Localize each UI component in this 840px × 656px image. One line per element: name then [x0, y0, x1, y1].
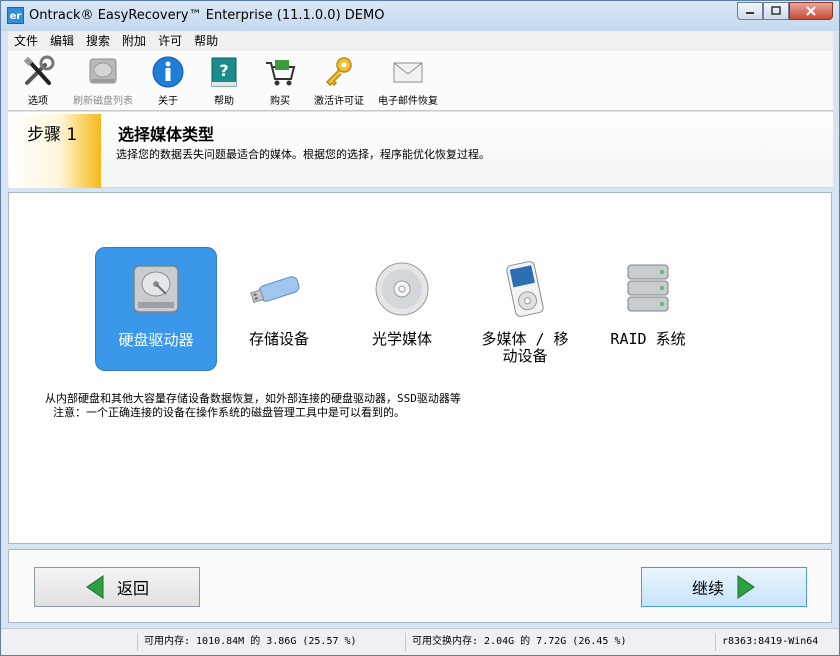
status-bar: 可用内存: 1010.84M 的 3.86G (25.57 %) 可用交换内存:… — [1, 628, 839, 655]
back-button-label: 返回 — [116, 579, 149, 598]
optical-disc-icon — [375, 262, 429, 316]
envelope-icon — [393, 62, 423, 83]
cart-icon — [266, 60, 296, 86]
menu-edit[interactable]: 编辑 — [44, 31, 80, 51]
toolbar-help-button[interactable]: ? 帮助 — [207, 55, 241, 107]
toolbar-label: 关于 — [158, 96, 178, 107]
tools-icon — [23, 55, 55, 85]
step-title: 选择媒体类型 — [118, 125, 215, 144]
raid-icon — [627, 264, 669, 312]
media-label: RAID 系统 — [610, 330, 686, 348]
toolbar-buy-button[interactable]: 购买 — [263, 55, 297, 107]
close-icon — [806, 6, 816, 16]
step-number: 步骤 1 — [27, 125, 78, 145]
menu-search[interactable]: 搜索 — [80, 31, 116, 51]
disk-refresh-icon — [89, 58, 117, 84]
toolbar-label: 帮助 — [214, 96, 234, 107]
media-player-icon — [506, 261, 544, 317]
app-logo-icon: er — [7, 7, 24, 24]
window-controls — [737, 2, 833, 20]
step-subtitle: 选择您的数据丢失问题最适合的媒体。根据您的选择，程序能优化恢复过程。 — [116, 148, 490, 161]
build-status: r8363:8419-Win64 — [715, 633, 833, 651]
media-label: 光学媒体 — [371, 330, 432, 348]
media-type-multimedia-mobile[interactable]: 多媒体 / 移 动设备 — [464, 247, 586, 371]
toolbar-label: 选项 — [28, 96, 48, 107]
step-indicator: 步骤 1 — [9, 114, 101, 188]
minimize-button[interactable] — [737, 2, 763, 20]
continue-button[interactable]: 继续 — [641, 567, 807, 607]
key-icon — [325, 57, 352, 87]
help-book-icon: ? — [211, 57, 237, 87]
menu-help[interactable]: 帮助 — [188, 31, 224, 51]
media-selection-panel: 硬盘驱动器 存储设备 光学媒体 多媒体 / 移 动设备 RAID 系统 从内部硬… — [8, 192, 832, 544]
toolbar-activate-license-button[interactable]: 激活许可证 — [310, 55, 368, 107]
media-label: 存储设备 — [248, 330, 309, 348]
menu-extra[interactable]: 附加 — [116, 31, 152, 51]
title-bar[interactable]: er Ontrack® EasyRecovery™ Enterprise (11… — [1, 1, 839, 31]
maximize-icon — [771, 6, 781, 15]
window-title: Ontrack® EasyRecovery™ Enterprise (11.1.… — [29, 8, 385, 23]
toolbar-label: 电子邮件恢复 — [378, 96, 438, 107]
toolbar-refresh-disks-button[interactable]: 刷新磁盘列表 — [68, 55, 138, 107]
memory-status: 可用内存: 1010.84M 的 3.86G (25.57 %) — [137, 633, 399, 651]
media-type-hard-drive[interactable]: 硬盘驱动器 — [95, 247, 217, 371]
svg-text:?: ? — [219, 61, 228, 80]
toolbar-about-button[interactable]: 关于 — [151, 55, 185, 107]
usb-drive-icon — [250, 276, 300, 304]
media-type-storage-device[interactable]: 存储设备 — [218, 247, 340, 371]
media-label: 硬盘驱动器 — [118, 331, 194, 349]
arrow-right-icon — [737, 575, 755, 599]
toolbar-label: 激活许可证 — [314, 96, 364, 107]
media-label: 多媒体 / 移 动设备 — [481, 330, 569, 365]
swap-status: 可用交换内存: 2.04G 的 7.72G (26.45 %) — [405, 633, 711, 651]
back-button[interactable]: 返回 — [34, 567, 200, 607]
maximize-button[interactable] — [763, 2, 789, 20]
menu-file[interactable]: 文件 — [8, 31, 44, 51]
toolbar-label: 刷新磁盘列表 — [73, 96, 133, 107]
app-window: er Ontrack® EasyRecovery™ Enterprise (11… — [0, 0, 840, 656]
media-type-raid-system[interactable]: RAID 系统 — [587, 247, 709, 371]
toolbar-email-recovery-button[interactable]: 电子邮件恢复 — [375, 55, 441, 107]
close-button[interactable] — [789, 2, 833, 20]
hard-drive-icon — [133, 265, 179, 313]
continue-button-label: 继续 — [691, 579, 724, 598]
toolbar-label: 购买 — [270, 96, 290, 107]
navigation-panel: 返回 继续 — [8, 549, 832, 623]
step-header: 步骤 1 选择媒体类型 选择您的数据丢失问题最适合的媒体。根据您的选择，程序能优… — [8, 112, 833, 188]
info-icon — [152, 56, 184, 88]
minimize-icon — [746, 12, 754, 14]
media-note: 注意：一个正确连接的设备在操作系统的磁盘管理工具中是可以看到的。 — [53, 406, 405, 419]
menu-bar: 文件 编辑 搜索 附加 许可 帮助 — [8, 31, 833, 51]
toolbar: 选项 刷新磁盘列表 关于 ? 帮助 购买 激活许可证 电子邮件恢复 — [8, 51, 833, 111]
arrow-left-icon — [86, 575, 104, 599]
toolbar-options-button[interactable]: 选项 — [20, 55, 56, 107]
menu-license[interactable]: 许可 — [152, 31, 188, 51]
media-type-optical-media[interactable]: 光学媒体 — [341, 247, 463, 371]
